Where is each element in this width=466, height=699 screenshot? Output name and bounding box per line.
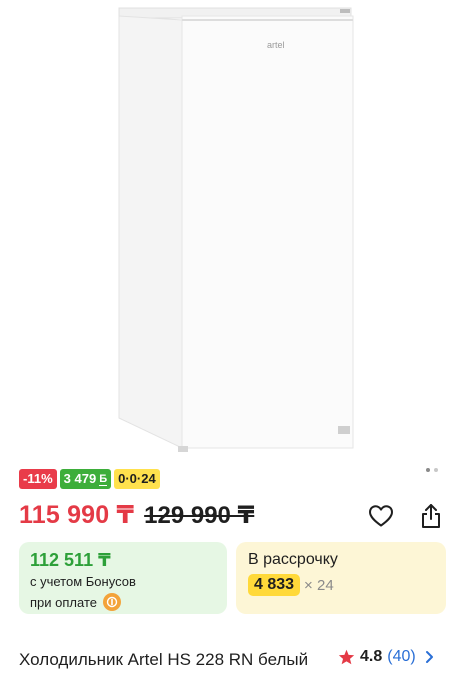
bonus-note: с учетом Бонусов xyxy=(30,574,136,589)
bonus-badge-label: 3 479 xyxy=(63,471,97,486)
badges: -11% 3 479 Б 0·0·24 xyxy=(19,469,160,489)
current-price: 115 990 ₸ xyxy=(19,501,135,529)
installment-row: 4 833 × 24 xyxy=(248,574,334,596)
carousel-dot xyxy=(426,468,430,472)
favorite-button[interactable] xyxy=(367,502,395,530)
carousel-dots xyxy=(426,468,438,472)
bonus-badge: 3 479 Б xyxy=(59,469,112,489)
bonus-price-card[interactable]: 112 511 ₸ с учетом Бонусов при оплате xyxy=(19,542,227,614)
rating-value: 4.8 xyxy=(360,648,383,665)
product-image: artel xyxy=(118,7,354,452)
installment-months: × 24 xyxy=(304,576,334,594)
price-row: 115 990 ₸ 129 990 ₸ xyxy=(19,500,254,530)
old-price: 129 990 ₸ xyxy=(144,502,255,529)
chevron-right-icon xyxy=(425,651,433,663)
star-icon xyxy=(338,649,355,665)
heart-icon xyxy=(369,505,393,527)
product-image-gallery[interactable]: artel xyxy=(0,0,466,460)
carousel-dot xyxy=(434,468,438,472)
rating-link[interactable]: 4.8 (40) xyxy=(338,648,434,666)
discount-badge-label: -11% xyxy=(23,471,53,486)
brand-logo: artel xyxy=(267,40,285,50)
kaspi-icon xyxy=(102,593,121,611)
discount-badge: -11% xyxy=(19,469,57,489)
share-button[interactable] xyxy=(417,502,445,530)
bonus-price: 112 511 ₸ xyxy=(30,550,111,570)
monthly-payment: 4 833 xyxy=(248,574,301,596)
product-title: Холодильник Artel HS 228 RN белый xyxy=(19,650,309,669)
bonus-icon: Б xyxy=(99,472,108,486)
installment-badge-label: 0·0·24 xyxy=(118,471,156,486)
payment-note-label: при оплате xyxy=(30,594,97,610)
share-icon xyxy=(422,504,440,528)
installment-badge: 0·0·24 xyxy=(114,469,160,489)
installment-title: В рассрочку xyxy=(248,551,338,568)
review-count: (40) xyxy=(387,648,416,665)
installment-card[interactable]: В рассрочку 4 833 × 24 xyxy=(236,542,446,614)
payment-note: при оплате xyxy=(30,593,121,611)
